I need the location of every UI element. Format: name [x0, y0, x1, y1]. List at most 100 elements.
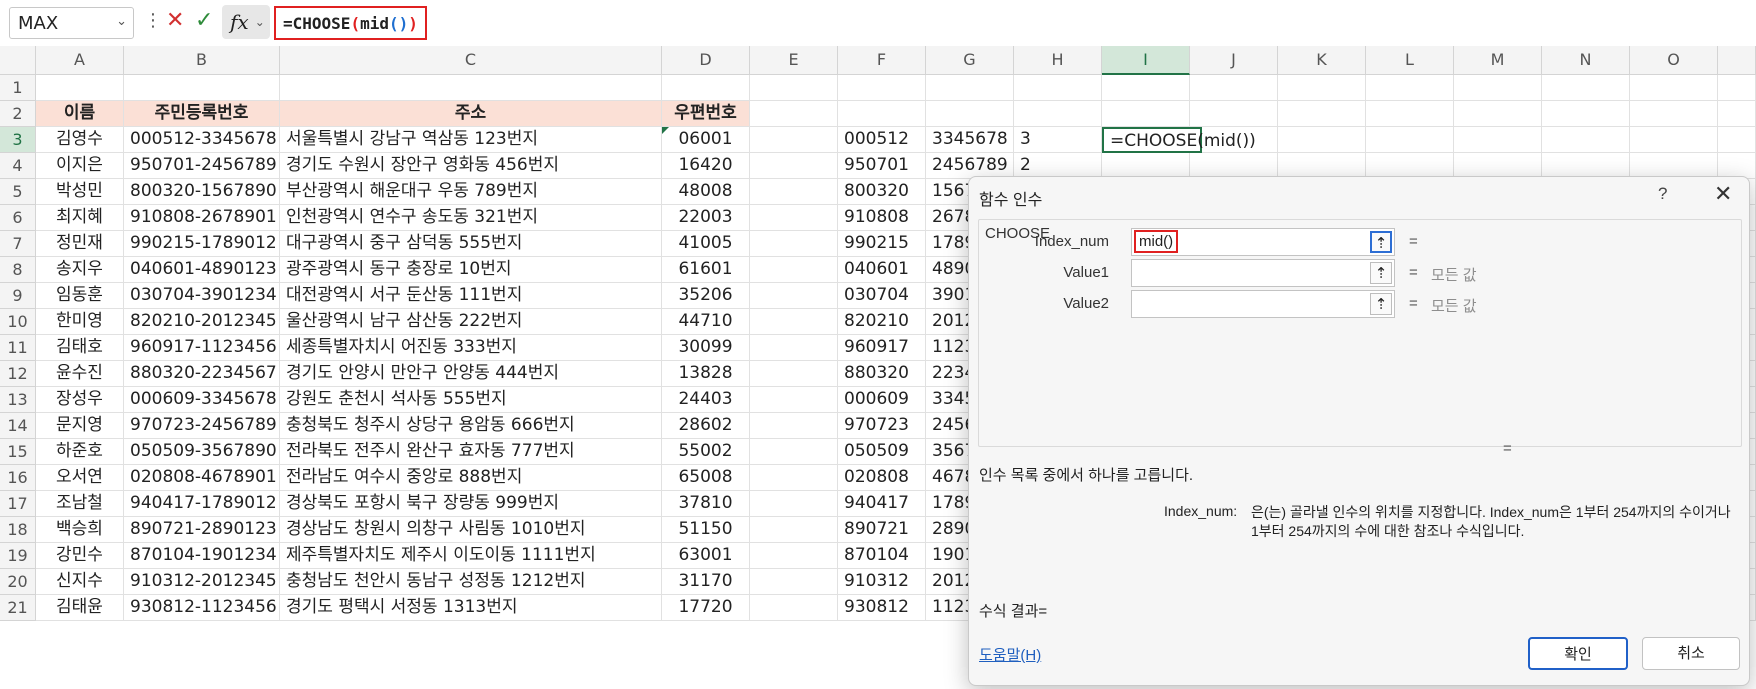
collapse-dialog-icon[interactable]: ⇡	[1370, 262, 1392, 284]
column-header[interactable]: I	[1102, 46, 1190, 75]
cell[interactable]: 950701	[838, 153, 926, 179]
cell[interactable]: 3	[1014, 127, 1102, 153]
cell[interactable]: 35206	[662, 283, 750, 309]
cell[interactable]: 030704-3901234	[124, 283, 280, 309]
cell[interactable]	[662, 75, 750, 101]
cell[interactable]: 940417-1789012	[124, 491, 280, 517]
cell[interactable]	[1278, 75, 1366, 101]
cell[interactable]: 대전광역시 서구 둔산동 111번지	[280, 283, 662, 309]
row-number[interactable]: 11	[0, 335, 36, 361]
cell[interactable]: 910808	[838, 205, 926, 231]
cell[interactable]: 광주광역시 동구 충장로 10번지	[280, 257, 662, 283]
cell[interactable]	[1630, 75, 1718, 101]
cell[interactable]: 890721-2890123	[124, 517, 280, 543]
cell[interactable]: 880320-2234567	[124, 361, 280, 387]
column-header[interactable]: D	[662, 46, 750, 75]
cell[interactable]	[750, 335, 838, 361]
cell[interactable]: 30099	[662, 335, 750, 361]
row-number[interactable]: 18	[0, 517, 36, 543]
column-header[interactable]: O	[1630, 46, 1718, 75]
cell[interactable]: 강민수	[36, 543, 124, 569]
cell[interactable]	[750, 361, 838, 387]
table-header-cell[interactable]: 주민등록번호	[124, 101, 280, 127]
select-all-corner[interactable]	[0, 46, 36, 75]
cell[interactable]: 3345678	[926, 127, 1014, 153]
row-number[interactable]: 15	[0, 439, 36, 465]
table-header-cell[interactable]: 이름	[36, 101, 124, 127]
row-number[interactable]: 2	[0, 101, 36, 127]
cell[interactable]	[36, 75, 124, 101]
cell[interactable]	[1630, 101, 1718, 127]
cell[interactable]: 24403	[662, 387, 750, 413]
cell[interactable]: 임동훈	[36, 283, 124, 309]
row-number[interactable]: 4	[0, 153, 36, 179]
cell[interactable]: 전라북도 전주시 완산구 효자동 777번지	[280, 439, 662, 465]
cell[interactable]: 050509	[838, 439, 926, 465]
cell[interactable]	[1190, 101, 1278, 127]
cell[interactable]	[750, 283, 838, 309]
chevron-down-icon[interactable]: ⌄	[116, 14, 127, 29]
cell[interactable]: 충청북도 청주시 상당구 용암동 666번지	[280, 413, 662, 439]
cell[interactable]	[750, 517, 838, 543]
cell[interactable]: 820210	[838, 309, 926, 335]
cell[interactable]: 한미영	[36, 309, 124, 335]
row-number[interactable]: 16	[0, 465, 36, 491]
cell[interactable]	[1718, 101, 1756, 127]
more-options-icon[interactable]: ⋮	[144, 10, 162, 31]
cell[interactable]: 020808-4678901	[124, 465, 280, 491]
cell[interactable]: 송지우	[36, 257, 124, 283]
cell[interactable]	[750, 153, 838, 179]
insert-function-button[interactable]: fx ⌄	[222, 5, 270, 39]
cell[interactable]: 최지혜	[36, 205, 124, 231]
cell[interactable]: 13828	[662, 361, 750, 387]
cell[interactable]	[750, 127, 838, 153]
cell[interactable]: 020808	[838, 465, 926, 491]
cell[interactable]	[1278, 127, 1366, 153]
cell[interactable]: 28602	[662, 413, 750, 439]
cell[interactable]: 백승희	[36, 517, 124, 543]
cell[interactable]	[1718, 127, 1756, 153]
cell[interactable]: 800320	[838, 179, 926, 205]
row-number[interactable]: 14	[0, 413, 36, 439]
cell[interactable]: 경기도 안양시 만안구 안양동 444번지	[280, 361, 662, 387]
row-number[interactable]: 8	[0, 257, 36, 283]
cell[interactable]	[750, 595, 838, 621]
cell[interactable]	[750, 179, 838, 205]
row-number[interactable]: 13	[0, 387, 36, 413]
cell[interactable]: 000609-3345678	[124, 387, 280, 413]
column-header[interactable]: J	[1190, 46, 1278, 75]
cell[interactable]	[750, 569, 838, 595]
cell[interactable]: 신지수	[36, 569, 124, 595]
cell[interactable]: 16420	[662, 153, 750, 179]
cell[interactable]: 61601	[662, 257, 750, 283]
cell[interactable]	[838, 75, 926, 101]
cell[interactable]: 오서연	[36, 465, 124, 491]
column-header[interactable]: K	[1278, 46, 1366, 75]
cell[interactable]: 박성민	[36, 179, 124, 205]
column-header[interactable]: N	[1542, 46, 1630, 75]
cell[interactable]: 정민재	[36, 231, 124, 257]
cell[interactable]: 800320-1567890	[124, 179, 280, 205]
help-icon[interactable]: ?	[1658, 184, 1667, 204]
cell[interactable]: 하준호	[36, 439, 124, 465]
column-header[interactable]: H	[1014, 46, 1102, 75]
column-header[interactable]: A	[36, 46, 124, 75]
row-number[interactable]: 20	[0, 569, 36, 595]
cell[interactable]: 55002	[662, 439, 750, 465]
row-number[interactable]: 17	[0, 491, 36, 517]
cell[interactable]: 880320	[838, 361, 926, 387]
cell[interactable]: 000512	[838, 127, 926, 153]
cell[interactable]: 63001	[662, 543, 750, 569]
column-header[interactable]: L	[1366, 46, 1454, 75]
cell[interactable]: 870104	[838, 543, 926, 569]
cell[interactable]: 970723	[838, 413, 926, 439]
cell[interactable]	[1102, 75, 1190, 101]
cell[interactable]: 17720	[662, 595, 750, 621]
cancel-icon[interactable]: ✕	[166, 8, 184, 33]
active-cell[interactable]: =CHOOSE(mid())	[1102, 127, 1256, 153]
cell[interactable]: 31170	[662, 569, 750, 595]
formula-input[interactable]: =CHOOSE(mid())	[274, 6, 427, 40]
cell[interactable]	[750, 101, 838, 127]
cell[interactable]	[1278, 101, 1366, 127]
row-number[interactable]: 3	[0, 127, 36, 153]
